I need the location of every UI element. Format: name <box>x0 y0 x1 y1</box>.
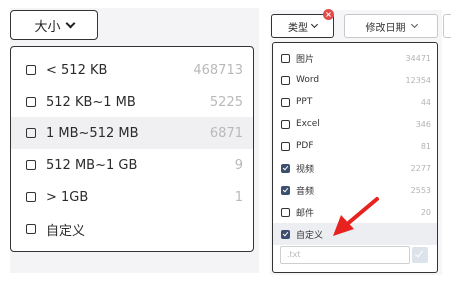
annotation-arrow-icon <box>333 197 379 236</box>
